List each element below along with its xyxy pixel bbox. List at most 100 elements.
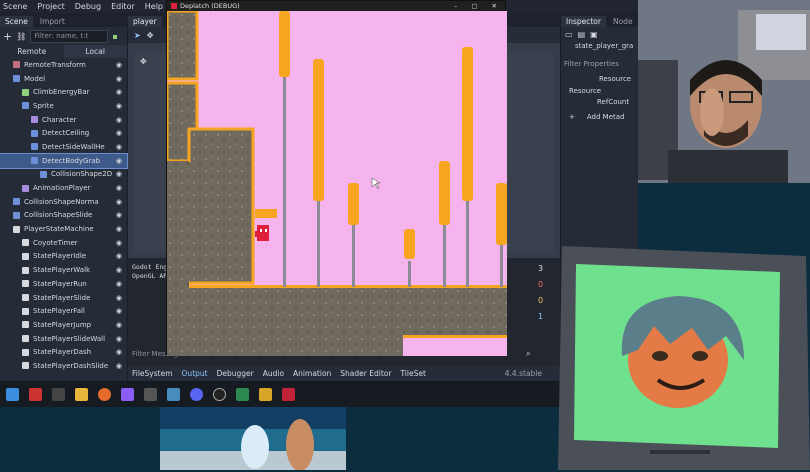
resource-section[interactable]: Resource — [569, 87, 638, 95]
app-icon[interactable] — [29, 387, 42, 401]
visibility-icon[interactable]: ◉ — [116, 321, 122, 329]
discord-icon[interactable] — [190, 387, 203, 401]
tab-filesystem[interactable]: FileSystem — [132, 369, 173, 378]
terminal-icon[interactable] — [144, 387, 157, 401]
tab-tileset[interactable]: TileSet — [400, 369, 425, 378]
menu-help[interactable]: Help — [145, 2, 163, 11]
add-node-icon[interactable]: + — [3, 30, 12, 43]
tab-import[interactable]: Import — [35, 16, 70, 27]
counter-warnings[interactable]: 0 — [538, 296, 558, 312]
counter-messages[interactable]: 3 — [538, 264, 558, 280]
tree-node[interactable]: StatePlayerJump ◉ — [0, 318, 127, 332]
tab-audio[interactable]: Audio — [263, 369, 284, 378]
visibility-icon[interactable]: ◉ — [116, 61, 122, 69]
attach-script-icon[interactable]: ▪ — [112, 32, 117, 41]
maximize-icon[interactable]: ▢ — [471, 2, 477, 10]
tree-node[interactable]: DetectCeiling ◉ — [0, 126, 127, 140]
app-icon[interactable] — [259, 387, 272, 401]
tab-debugger[interactable]: Debugger — [217, 369, 254, 378]
move-tool-icon[interactable]: ✥ — [147, 31, 154, 40]
visibility-icon[interactable]: ◉ — [116, 211, 122, 219]
tree-node[interactable]: AnimationPlayer ◉ — [0, 181, 127, 195]
tree-node[interactable]: StatePlayerDashSlide ◉ — [0, 359, 127, 373]
app-icon[interactable] — [52, 387, 65, 401]
menu-scene[interactable]: Scene — [3, 2, 27, 11]
counter-info[interactable]: 1 — [538, 312, 558, 328]
menu-debug[interactable]: Debug — [75, 2, 101, 11]
tree-node[interactable]: CoyoteTimer ◉ — [0, 236, 127, 250]
obs-icon[interactable] — [213, 387, 226, 401]
visibility-icon[interactable]: ◉ — [116, 362, 122, 370]
menu-project[interactable]: Project — [37, 2, 64, 11]
firefox-icon[interactable] — [98, 387, 111, 401]
select-tool-icon[interactable]: ➤ — [134, 31, 141, 40]
minimize-icon[interactable]: – — [454, 2, 457, 10]
open-icon[interactable]: ▤ — [578, 30, 586, 39]
tab-output[interactable]: Output — [182, 369, 208, 378]
save-icon[interactable]: ▣ — [590, 30, 598, 39]
tree-node[interactable]: DetectBodyGrab ◉ — [0, 152, 128, 169]
visibility-icon[interactable]: ◉ — [116, 252, 122, 260]
file-explorer-icon[interactable] — [75, 387, 88, 401]
tab-scene[interactable]: Scene — [0, 16, 33, 27]
visibility-icon[interactable]: ◉ — [116, 266, 122, 274]
tree-node[interactable]: StatePlayerIdle ◉ — [0, 250, 127, 264]
local-tab[interactable]: Local — [63, 45, 127, 58]
link-icon[interactable]: ⛓ — [16, 32, 26, 41]
windows-start-icon[interactable] — [6, 387, 19, 401]
visibility-icon[interactable]: ◉ — [116, 102, 122, 110]
remote-tab[interactable]: Remote — [0, 45, 64, 58]
visibility-icon[interactable]: ◉ — [116, 335, 122, 343]
tree-node[interactable]: StatePlayerRun ◉ — [0, 277, 127, 291]
counter-errors[interactable]: 0 — [538, 280, 558, 296]
tree-node[interactable]: StatePlayerDash ◉ — [0, 345, 127, 359]
tab-shader-editor[interactable]: Shader Editor — [340, 369, 391, 378]
visibility-icon[interactable]: ◉ — [116, 348, 122, 356]
visibility-icon[interactable]: ◉ — [116, 88, 122, 96]
close-icon[interactable]: ✕ — [492, 2, 497, 10]
visibility-icon[interactable]: ◉ — [116, 75, 122, 83]
visibility-icon[interactable]: ◉ — [116, 157, 122, 165]
visibility-icon[interactable]: ◉ — [116, 184, 122, 192]
resource-row[interactable]: Resource — [599, 75, 638, 83]
tree-node[interactable]: CollisionShapeSlide ◉ — [0, 209, 127, 223]
tab-animation[interactable]: Animation — [293, 369, 331, 378]
tree-node[interactable]: Character ◉ — [0, 113, 127, 127]
tab-inspector[interactable]: Inspector — [561, 16, 606, 27]
tree-node[interactable]: DetectSideWallHe ◉ — [0, 140, 127, 154]
tree-node[interactable]: Sprite ◉ — [0, 99, 127, 113]
visibility-icon[interactable]: ◉ — [116, 239, 122, 247]
tree-node[interactable]: StatePlayerWalk ◉ — [0, 263, 127, 277]
app-icon[interactable] — [236, 387, 249, 401]
tab-node[interactable]: Node — [608, 16, 638, 27]
visibility-icon[interactable]: ◉ — [116, 129, 122, 137]
new-resource-icon[interactable]: ▭ — [565, 30, 573, 39]
visibility-icon[interactable]: ◉ — [116, 116, 122, 124]
visibility-icon[interactable]: ◉ — [116, 143, 122, 151]
godot-icon[interactable] — [167, 387, 180, 401]
game-stage[interactable] — [167, 11, 507, 356]
visibility-icon[interactable]: ◉ — [116, 294, 122, 302]
tree-node[interactable]: StatePlayerSlideWall ◉ — [0, 332, 127, 346]
tree-node[interactable]: Model ◉ — [0, 72, 127, 86]
scene-filter-input[interactable]: Filter: name, t:t — [30, 29, 109, 43]
refcount-row[interactable]: RefCount — [597, 98, 638, 106]
tree-node[interactable]: StatePlayerFall ◉ — [0, 304, 127, 318]
search-icon[interactable]: ⌕ — [526, 349, 530, 359]
tree-node[interactable]: RemoteTransform ◉ — [0, 58, 127, 72]
visibility-icon[interactable]: ◉ — [116, 280, 122, 288]
visibility-icon[interactable]: ◉ — [116, 307, 122, 315]
menu-editor[interactable]: Editor — [111, 2, 135, 11]
visibility-icon[interactable]: ◉ — [116, 225, 122, 233]
tab-player-scene[interactable]: player — [128, 16, 162, 27]
tree-node[interactable]: StatePlayerSlide ◉ — [0, 291, 127, 305]
visibility-icon[interactable]: ◉ — [116, 170, 122, 178]
tree-node[interactable]: CollisionShapeNorma ◉ — [0, 195, 127, 209]
tree-node[interactable]: PlayerStateMachine ◉ — [0, 222, 127, 236]
app-icon[interactable] — [121, 387, 134, 401]
filter-properties-input[interactable]: Filter Properties — [561, 60, 638, 73]
visibility-icon[interactable]: ◉ — [116, 198, 122, 206]
deplatch-icon[interactable] — [282, 387, 295, 401]
add-metadata-button[interactable]: + Add Metad — [569, 113, 638, 121]
tree-node[interactable]: CollisionShape2D ◉ — [0, 168, 127, 182]
